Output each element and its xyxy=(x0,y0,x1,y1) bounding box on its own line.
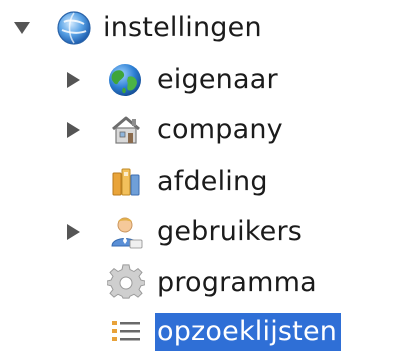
expanded-triangle-icon[interactable] xyxy=(11,17,33,39)
collapsed-triangle-icon[interactable] xyxy=(62,221,84,243)
tree-node-company[interactable]: company xyxy=(0,108,420,152)
settings-tree: instellingen eigenaar company afdeling g… xyxy=(0,0,420,360)
list-icon xyxy=(112,321,140,341)
tree-node-afdeling[interactable]: afdeling xyxy=(0,160,420,204)
tree-node-label: instellingen xyxy=(103,12,262,43)
tree-node-gebruikers[interactable]: gebruikers xyxy=(0,210,420,254)
tree-node-label: gebruikers xyxy=(157,216,303,247)
tree-node-label: programma xyxy=(157,267,317,298)
tree-node-label: afdeling xyxy=(157,166,268,197)
tree-node-opzoeklijsten[interactable]: opzoeklijsten xyxy=(0,310,420,354)
user-icon xyxy=(111,217,143,249)
department-icon xyxy=(112,168,140,196)
tree-node-label: company xyxy=(157,114,283,145)
collapsed-triangle-icon[interactable] xyxy=(62,69,84,91)
tree-node-label-selected: opzoeklijsten xyxy=(155,313,342,351)
house-icon xyxy=(112,116,140,144)
globe-icon xyxy=(57,11,91,45)
tree-node-programma[interactable]: programma xyxy=(0,261,420,305)
tree-node-eigenaar[interactable]: eigenaar xyxy=(0,58,420,102)
tree-node-instellingen[interactable]: instellingen xyxy=(0,6,420,50)
tree-node-label: eigenaar xyxy=(157,64,278,95)
collapsed-triangle-icon[interactable] xyxy=(62,119,84,141)
earth-icon xyxy=(109,64,141,96)
gear-icon xyxy=(107,264,145,299)
